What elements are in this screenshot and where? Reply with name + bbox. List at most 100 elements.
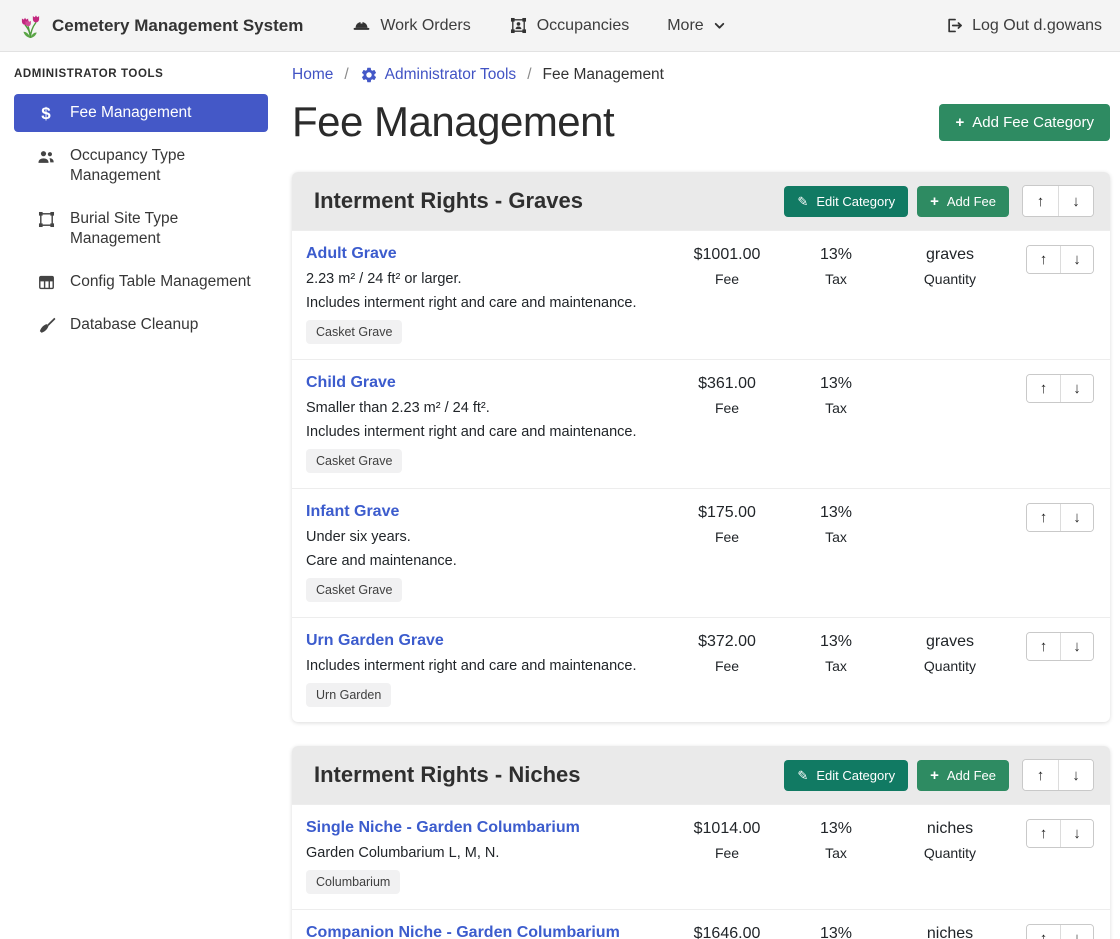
fee-amount-label: Fee — [672, 845, 782, 861]
tulip-logo-icon — [18, 11, 43, 40]
top-navbar: Cemetery Management System Work Orders O — [0, 0, 1120, 52]
plus-icon: + — [955, 115, 964, 130]
nav-occupancies[interactable]: Occupancies — [509, 16, 630, 35]
fee-tax: 13% — [790, 820, 882, 838]
fee-description: 2.23 m² / 24 ft² or larger. — [306, 271, 664, 287]
fee-amount-label: Fee — [672, 271, 782, 287]
hard-hat-icon — [352, 16, 371, 35]
move-fee-down-button[interactable]: ↓ — [1060, 375, 1093, 402]
add-fee-button[interactable]: + Add Fee — [917, 760, 1009, 791]
fee-reorder-group: ↑ ↓ — [1026, 819, 1094, 848]
nav-work-orders-label: Work Orders — [380, 17, 470, 35]
page-title: Fee Management — [292, 98, 614, 146]
fee-quantity-cell — [890, 503, 1010, 504]
fee-quantity-cell: niches Quantity — [890, 924, 1010, 939]
fee-amount-label: Fee — [672, 658, 782, 674]
fee-tax-label: Tax — [790, 845, 882, 861]
move-fee-up-button[interactable]: ↑ — [1027, 820, 1060, 847]
breadcrumb-admin-tools-link[interactable]: Administrator Tools — [360, 66, 517, 84]
nav-work-orders[interactable]: Work Orders — [352, 16, 470, 35]
breadcrumb-home-link[interactable]: Home — [292, 66, 333, 84]
move-fee-up-button[interactable]: ↑ — [1027, 504, 1060, 531]
fee-reorder-group: ↑ ↓ — [1026, 503, 1094, 532]
breadcrumb-separator: / — [527, 66, 531, 84]
add-fee-label: Add Fee — [947, 768, 996, 783]
fee-category-card-niches: Interment Rights - Niches ✎ Edit Categor… — [292, 746, 1110, 939]
fee-amount: $361.00 — [672, 375, 782, 393]
fee-amount-label: Fee — [672, 529, 782, 545]
sidebar: ADMINISTRATOR TOOLS $ Fee Management Occ… — [0, 52, 280, 349]
fee-tax-cell: 13% Tax — [790, 503, 882, 545]
fee-name-link[interactable]: Adult Grave — [306, 245, 397, 262]
edit-category-button[interactable]: ✎ Edit Category — [784, 186, 908, 217]
fee-tax-label: Tax — [790, 400, 882, 416]
sidebar-item-occupancy-type[interactable]: Occupancy Type Management — [14, 137, 268, 195]
edit-category-label: Edit Category — [816, 768, 895, 783]
fee-amount-label: Fee — [672, 400, 782, 416]
fee-name-link[interactable]: Child Grave — [306, 374, 396, 391]
app-brand[interactable]: Cemetery Management System — [18, 11, 303, 40]
fee-name-link[interactable]: Companion Niche - Garden Columbarium — [306, 924, 620, 939]
fee-tax: 13% — [790, 504, 882, 522]
move-fee-up-button[interactable]: ↑ — [1027, 246, 1060, 273]
move-category-up-button[interactable]: ↑ — [1023, 760, 1058, 790]
category-title: Interment Rights - Graves — [314, 188, 775, 214]
chevron-down-icon — [713, 19, 726, 32]
sidebar-item-label: Config Table Management — [70, 272, 251, 292]
fee-tax: 13% — [790, 633, 882, 651]
fee-tax: 13% — [790, 925, 882, 939]
dollar-icon: $ — [35, 104, 57, 123]
fee-quantity-cell: graves Quantity — [890, 632, 1010, 674]
logout-button[interactable]: Log Out d.gowans — [944, 16, 1102, 35]
sidebar-item-burial-site-type[interactable]: Burial Site Type Management — [14, 200, 268, 258]
category-title: Interment Rights - Niches — [314, 762, 775, 788]
fee-description: Garden Columbarium L, M, N. — [306, 845, 664, 861]
fee-name-link[interactable]: Infant Grave — [306, 503, 399, 520]
add-fee-button[interactable]: + Add Fee — [917, 186, 1009, 217]
move-category-down-button[interactable]: ↓ — [1058, 760, 1093, 790]
fee-name-link[interactable]: Single Niche - Garden Columbarium — [306, 819, 580, 836]
move-fee-up-button[interactable]: ↑ — [1027, 375, 1060, 402]
add-fee-category-label: Add Fee Category — [972, 114, 1094, 131]
fee-amount-cell: $1646.00 Fee — [672, 924, 782, 939]
fee-quantity-label: Quantity — [890, 271, 1010, 287]
move-fee-down-button[interactable]: ↓ — [1060, 820, 1093, 847]
category-header: Interment Rights - Graves ✎ Edit Categor… — [292, 172, 1110, 230]
breadcrumb-current: Fee Management — [543, 66, 665, 84]
fee-description: Includes interment right and care and ma… — [306, 658, 664, 674]
fee-reorder-group: ↑ ↓ — [1026, 924, 1094, 939]
fee-amount: $1014.00 — [672, 820, 782, 838]
move-fee-down-button[interactable]: ↓ — [1060, 246, 1093, 273]
fee-tax-cell: 13% Tax — [790, 374, 882, 416]
sidebar-item-label: Burial Site Type Management — [70, 209, 258, 249]
pencil-icon: ✎ — [797, 769, 808, 782]
fee-row: Child Grave Smaller than 2.23 m² / 24 ft… — [292, 359, 1110, 488]
sidebar-item-database-cleanup[interactable]: Database Cleanup — [14, 306, 268, 344]
move-fee-down-button[interactable]: ↓ — [1060, 504, 1093, 531]
nav-more-menu[interactable]: More — [667, 17, 725, 35]
fee-amount: $1001.00 — [672, 246, 782, 264]
move-fee-up-button[interactable]: ↑ — [1027, 925, 1060, 939]
pencil-icon: ✎ — [797, 195, 808, 208]
frame-corners-icon — [35, 210, 57, 229]
move-fee-down-button[interactable]: ↓ — [1060, 633, 1093, 660]
fee-tax-cell: 13% Tax — [790, 632, 882, 674]
sidebar-item-label: Fee Management — [70, 103, 192, 123]
add-fee-category-button[interactable]: + Add Fee Category — [939, 104, 1110, 141]
move-category-down-button[interactable]: ↓ — [1058, 186, 1093, 216]
move-category-up-button[interactable]: ↑ — [1023, 186, 1058, 216]
sidebar-item-fee-management[interactable]: $ Fee Management — [14, 94, 268, 132]
fee-name-link[interactable]: Urn Garden Grave — [306, 632, 444, 649]
fee-amount: $372.00 — [672, 633, 782, 651]
move-fee-down-button[interactable]: ↓ — [1060, 925, 1093, 939]
fee-type-badge: Casket Grave — [306, 578, 402, 602]
fee-tax-cell: 13% Tax — [790, 924, 882, 939]
fee-tax-label: Tax — [790, 658, 882, 674]
sidebar-item-config-table[interactable]: Config Table Management — [14, 263, 268, 301]
edit-category-button[interactable]: ✎ Edit Category — [784, 760, 908, 791]
fee-amount-cell: $1014.00 Fee — [672, 819, 782, 861]
move-fee-up-button[interactable]: ↑ — [1027, 633, 1060, 660]
fee-quantity-unit: graves — [890, 246, 1010, 264]
main-content: Home / Administrator Tools / Fee Managem… — [280, 52, 1120, 939]
add-fee-label: Add Fee — [947, 194, 996, 209]
